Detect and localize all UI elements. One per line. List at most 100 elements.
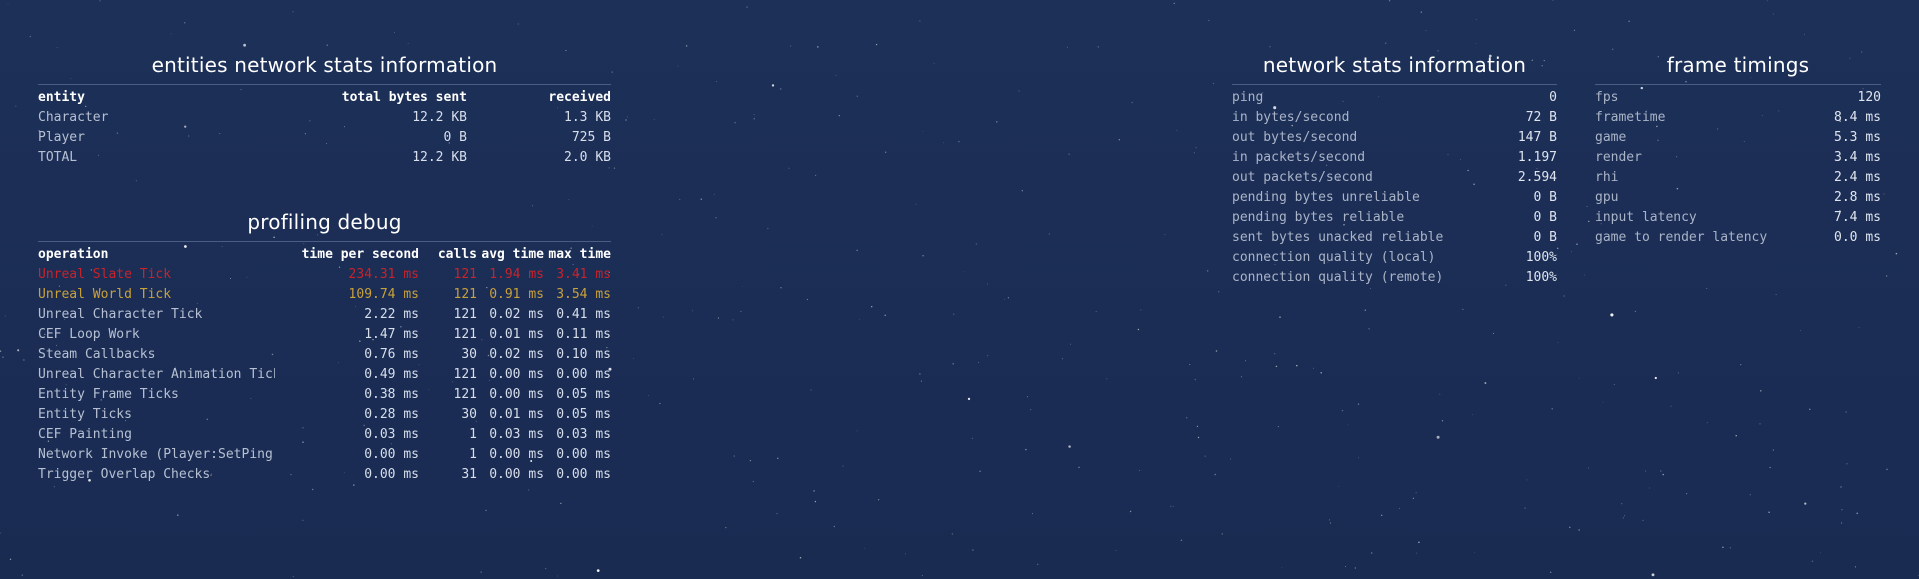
timing-label: gpu	[1595, 190, 1619, 205]
divider	[38, 241, 611, 242]
max-time-value: 0.05 ms	[556, 387, 611, 402]
timing-value: 3.4 ms	[1834, 150, 1881, 165]
table-row: Unreal Character Tick 2.22 ms 121 0.02 ms 0.…	[38, 305, 611, 325]
stat-row: rhi 2.4 ms	[1595, 168, 1881, 188]
column-header-calls: calls	[437, 247, 477, 262]
timing-label: render	[1595, 150, 1642, 165]
table-row: Trigger Overlap Checks 0.00 ms 31 0.00 ms 0.…	[38, 465, 611, 485]
time-per-second-value: 234.31 ms	[348, 267, 419, 282]
stat-value: 72 B	[1525, 110, 1557, 125]
stat-label: sent bytes unacked reliable	[1232, 230, 1444, 245]
table-row: Unreal Slate Tick 234.31 ms 121 1.94 ms 3.41…	[38, 265, 611, 285]
time-per-second-value: 0.76 ms	[364, 347, 419, 362]
table-row: Network Invoke (Player:SetPing) 0.00 ms 1 0…	[38, 445, 611, 465]
timing-label: fps	[1595, 90, 1619, 105]
bytes-received-value: 725 B	[571, 130, 611, 145]
table-row: Character 12.2 KB 1.3 KB	[38, 108, 611, 128]
frame-timings-panel: frame timings fps 120 frametime 8.4 ms game 5…	[1595, 52, 1881, 248]
table-row: Unreal Character Animation Tick 0.49 ms 12…	[38, 365, 611, 385]
entity-name: TOTAL	[38, 150, 78, 165]
timing-value: 0.0 ms	[1834, 230, 1881, 245]
avg-time-value: 1.94 ms	[489, 267, 544, 282]
calls-value: 121	[453, 327, 477, 342]
table-row: CEF Painting 0.03 ms 1 0.03 ms 0.03 ms	[38, 425, 611, 445]
max-time-value: 3.41 ms	[556, 267, 611, 282]
stat-row: out bytes/second 147 B	[1232, 128, 1557, 148]
avg-time-value: 0.03 ms	[489, 427, 544, 442]
stat-label: pending bytes unreliable	[1232, 190, 1420, 205]
stat-row: connection quality (local) 100%	[1232, 248, 1557, 268]
column-header-total-bytes-sent: total bytes sent	[341, 90, 467, 105]
max-time-value: 0.00 ms	[556, 467, 611, 482]
divider	[38, 84, 611, 85]
bytes-received-value: 1.3 KB	[564, 110, 611, 125]
table-row: Player 0 B 725 B	[38, 128, 611, 148]
time-per-second-value: 0.49 ms	[364, 367, 419, 382]
stat-row: render 3.4 ms	[1595, 148, 1881, 168]
bytes-received-value: 2.0 KB	[564, 150, 611, 165]
profiling-debug-title: profiling debug	[247, 210, 402, 234]
max-time-value: 3.54 ms	[556, 287, 611, 302]
calls-value: 121	[453, 367, 477, 382]
operation-name: Network Invoke (Player:SetPing)	[38, 447, 275, 462]
table-row: Unreal World Tick 109.74 ms 121 0.91 ms 3.54…	[38, 285, 611, 305]
avg-time-value: 0.00 ms	[489, 387, 544, 402]
stat-value: 0 B	[1533, 210, 1557, 225]
operation-name: CEF Painting	[38, 427, 132, 442]
calls-value: 1	[469, 447, 477, 462]
operation-name: Unreal World Tick	[38, 287, 172, 302]
bytes-sent-value: 0 B	[443, 130, 467, 145]
calls-value: 121	[453, 307, 477, 322]
max-time-value: 0.41 ms	[556, 307, 611, 322]
calls-value: 121	[453, 387, 477, 402]
stat-row: ping 0	[1232, 88, 1557, 108]
stat-row: connection quality (remote) 100%	[1232, 268, 1557, 288]
timing-value: 8.4 ms	[1834, 110, 1881, 125]
time-per-second-value: 109.74 ms	[348, 287, 419, 302]
stat-value: 0	[1549, 90, 1557, 105]
time-per-second-value: 2.22 ms	[364, 307, 419, 322]
entities-table: entity total bytes sent received Charact…	[38, 88, 611, 168]
frame-timings-table: fps 120 frametime 8.4 ms game 5.3 ms render 3.4…	[1595, 88, 1881, 248]
entity-name: Player	[38, 130, 85, 145]
max-time-value: 0.05 ms	[556, 407, 611, 422]
time-per-second-value: 0.00 ms	[364, 447, 419, 462]
frame-timings-title: frame timings	[1666, 53, 1810, 77]
network-stats-panel: network stats information ping 0 in bytes/…	[1232, 52, 1557, 288]
avg-time-value: 0.00 ms	[489, 467, 544, 482]
stat-row: pending bytes reliable 0 B	[1232, 208, 1557, 228]
stat-row: frametime 8.4 ms	[1595, 108, 1881, 128]
table-row: Entity Frame Ticks 0.38 ms 121 0.00 ms 0.05 …	[38, 385, 611, 405]
stat-row: game 5.3 ms	[1595, 128, 1881, 148]
avg-time-value: 0.91 ms	[489, 287, 544, 302]
stat-value: 1.197	[1517, 150, 1557, 165]
column-header-received: received	[548, 90, 611, 105]
stat-label: connection quality (remote)	[1232, 270, 1444, 285]
stat-label: pending bytes reliable	[1232, 210, 1405, 225]
timing-label: rhi	[1595, 170, 1619, 185]
max-time-value: 0.10 ms	[556, 347, 611, 362]
stat-value: 2.594	[1517, 170, 1557, 185]
calls-value: 31	[461, 467, 477, 482]
max-time-value: 0.11 ms	[556, 327, 611, 342]
calls-value: 30	[461, 407, 477, 422]
divider	[1232, 84, 1557, 85]
column-header-avg-time: avg time	[481, 247, 544, 262]
stat-value: 100%	[1525, 250, 1557, 265]
operation-name: Steam Callbacks	[38, 347, 156, 362]
divider	[1595, 84, 1881, 85]
bytes-sent-value: 12.2 KB	[412, 150, 467, 165]
network-stats-title: network stats information	[1262, 53, 1527, 77]
stat-row: input latency 7.4 ms	[1595, 208, 1881, 228]
operation-name: CEF Loop Work	[38, 327, 140, 342]
time-per-second-value: 0.38 ms	[364, 387, 419, 402]
stat-row: in packets/second 1.197	[1232, 148, 1557, 168]
timing-value: 2.4 ms	[1834, 170, 1881, 185]
max-time-value: 0.00 ms	[556, 447, 611, 462]
column-header-entity: entity	[38, 90, 85, 105]
calls-value: 1	[469, 427, 477, 442]
calls-value: 121	[453, 287, 477, 302]
time-per-second-value: 0.28 ms	[364, 407, 419, 422]
avg-time-value: 0.01 ms	[489, 327, 544, 342]
table-row: Entity Ticks 0.28 ms 30 0.01 ms 0.05 ms	[38, 405, 611, 425]
